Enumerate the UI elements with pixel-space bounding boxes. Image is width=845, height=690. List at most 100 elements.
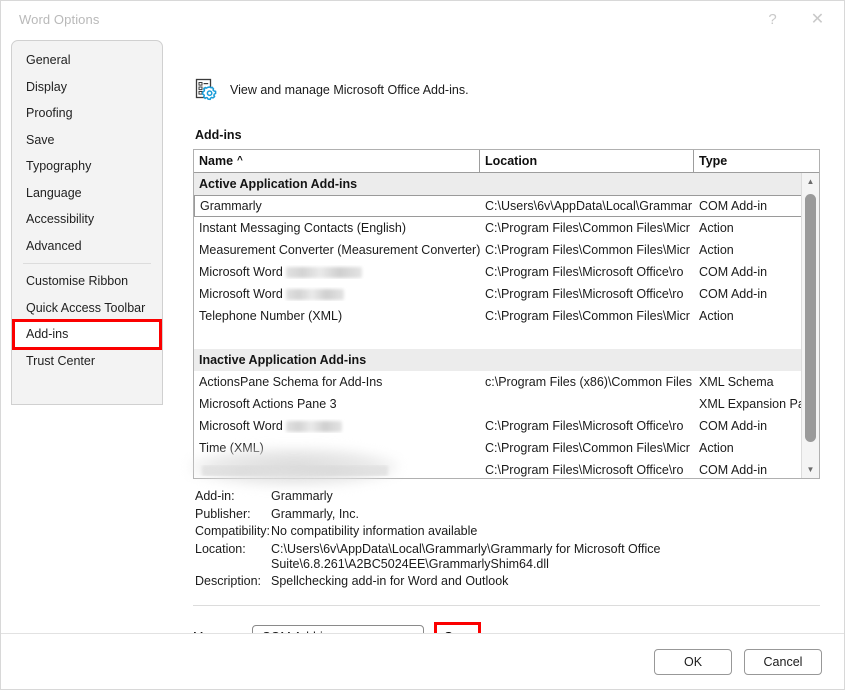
table-row[interactable]: Microsoft Actions Pane 3 XML Expansion P… bbox=[194, 393, 819, 415]
cell-name: ActionsPane Schema for Add-Ins bbox=[194, 375, 480, 389]
cell-name-text: ActionsPane Schema for Add-Ins bbox=[199, 375, 383, 389]
list-vertical-scrollbar[interactable]: ▲ ▼ bbox=[801, 173, 819, 478]
sidebar-item-save[interactable]: Save bbox=[12, 127, 162, 154]
section-label-addins: Add-ins bbox=[195, 128, 242, 142]
sidebar-item-accessibility[interactable]: Accessibility bbox=[12, 206, 162, 233]
detail-label: Publisher: bbox=[195, 506, 251, 521]
cell-name-text: Microsoft Actions Pane 3 bbox=[199, 397, 337, 411]
cell-location: C:\Program Files\Common Files\Micr bbox=[485, 243, 690, 257]
cell-location: c:\Program Files (x86)\Common Files bbox=[485, 375, 692, 389]
sidebar-item-label: Advanced bbox=[26, 238, 82, 253]
detail-label: Compatibility: bbox=[195, 524, 271, 538]
column-header-location[interactable]: Location bbox=[480, 150, 694, 172]
addins-listbox[interactable]: Name ^ Location Type Active Application … bbox=[193, 149, 820, 479]
cell-name: Telephone Number (XML) bbox=[194, 309, 480, 323]
cancel-button[interactable]: Cancel bbox=[744, 648, 822, 675]
detail-row-publisher: Publisher: Grammarly, Inc. bbox=[195, 507, 820, 522]
ok-button[interactable]: OK bbox=[654, 648, 732, 675]
close-icon[interactable]: ✕ bbox=[795, 2, 840, 36]
footer-divider bbox=[193, 605, 820, 606]
window-title: Word Options bbox=[19, 11, 100, 27]
scroll-up-icon[interactable]: ▲ bbox=[802, 173, 819, 190]
table-row[interactable]: Grammarly C:\Users\6v\AppData\Local\Gram… bbox=[194, 195, 819, 217]
cell-name-text: Instant Messaging Contacts (English) bbox=[199, 221, 407, 235]
detail-label: Location: bbox=[195, 541, 246, 556]
table-row[interactable]: Measurement Converter (Measurement Conve… bbox=[194, 239, 819, 261]
cell-name: Grammarly bbox=[195, 199, 480, 213]
title-bar-buttons: ? ✕ bbox=[750, 1, 840, 37]
column-header-type-label: Type bbox=[699, 154, 728, 168]
sidebar-item-label: General bbox=[26, 53, 71, 68]
cell-name: Instant Messaging Contacts (English) bbox=[194, 221, 480, 235]
scrollbar-thumb[interactable] bbox=[805, 194, 816, 442]
sidebar-item-trust-center[interactable]: Trust Center bbox=[12, 348, 162, 375]
sidebar-item-label: Typography bbox=[26, 159, 92, 174]
sidebar-item-proofing[interactable]: Proofing bbox=[12, 100, 162, 127]
sidebar-item-label: Quick Access Toolbar bbox=[26, 300, 146, 315]
table-row[interactable]: Telephone Number (XML) C:\Program Files\… bbox=[194, 305, 819, 327]
table-row[interactable]: Microsoft Word C:\Program Files\Microsof… bbox=[194, 261, 819, 283]
title-bar: Word Options ? ✕ bbox=[1, 1, 844, 37]
cell-location: C:\Program Files\Microsoft Office\ro bbox=[485, 265, 684, 279]
table-row[interactable]: Time (XML) C:\Program Files\Common Files… bbox=[194, 437, 819, 459]
group-header-active: Active Application Add-ins bbox=[194, 173, 819, 195]
cell-name-text: Microsoft Word bbox=[199, 287, 283, 301]
table-row[interactable]: ActionsPane Schema for Add-Ins c:\Progra… bbox=[194, 371, 819, 393]
sidebar-item-display[interactable]: Display bbox=[12, 74, 162, 101]
sort-ascending-icon: ^ bbox=[237, 155, 243, 166]
detail-value: C:\Users\6v\AppData\Local\Grammarly\Gram… bbox=[271, 541, 661, 571]
detail-value: Grammarly bbox=[271, 489, 333, 503]
cell-name-text: Microsoft Word bbox=[199, 265, 283, 279]
column-header-name[interactable]: Name ^ bbox=[194, 150, 480, 172]
sidebar-item-general[interactable]: General bbox=[12, 47, 162, 74]
sidebar-item-label: Add-ins bbox=[26, 327, 69, 342]
column-header-type[interactable]: Type bbox=[694, 150, 819, 172]
cell-name-text: Time (XML) bbox=[199, 441, 264, 455]
sidebar-item-quick-access-toolbar[interactable]: Quick Access Toolbar bbox=[12, 295, 162, 322]
detail-value: Spellchecking add-in for Word and Outloo… bbox=[271, 574, 509, 588]
options-sidebar: General Display Proofing Save Typography… bbox=[11, 40, 163, 405]
help-icon[interactable]: ? bbox=[750, 2, 795, 36]
sidebar-item-add-ins[interactable]: Add-ins bbox=[12, 319, 162, 350]
cell-name: Time (XML) bbox=[194, 441, 480, 455]
sidebar-item-customise-ribbon[interactable]: Customise Ribbon bbox=[12, 268, 162, 295]
sidebar-item-label: Trust Center bbox=[26, 353, 96, 368]
cell-type: COM Add-in bbox=[699, 199, 768, 213]
detail-label: Add-in: bbox=[195, 489, 235, 503]
sidebar-item-label: Language bbox=[26, 185, 82, 200]
column-header-name-label: Name bbox=[199, 154, 234, 168]
sidebar-item-advanced[interactable]: Advanced bbox=[12, 233, 162, 260]
pane-header: View and manage Microsoft Office Add-ins… bbox=[193, 77, 820, 103]
detail-row-description: Description: Spellchecking add-in for Wo… bbox=[195, 574, 820, 589]
redacted-text-icon bbox=[285, 266, 362, 278]
cell-location: C:\Program Files\Common Files\Micr bbox=[485, 221, 690, 235]
sidebar-item-language[interactable]: Language bbox=[12, 180, 162, 207]
cell-name-text: Telephone Number (XML) bbox=[199, 309, 343, 323]
dialog-body: General Display Proofing Save Typography… bbox=[1, 37, 844, 689]
redacted-text-icon bbox=[285, 288, 344, 300]
table-row[interactable]: Microsoft Word C:\Program Files\Microsof… bbox=[194, 415, 819, 437]
scrollbar-track[interactable] bbox=[802, 190, 819, 461]
cell-name: Microsoft Word bbox=[194, 287, 480, 301]
table-row[interactable]: Microsoft Word C:\Program Files\Microsof… bbox=[194, 283, 819, 305]
detail-row-location: Location: C:\Users\6v\AppData\Local\Gram… bbox=[195, 542, 820, 572]
sidebar-item-label: Display bbox=[26, 79, 67, 94]
group-header-label: Inactive Application Add-ins bbox=[199, 353, 367, 367]
column-header-location-label: Location bbox=[485, 154, 538, 168]
cell-name bbox=[194, 464, 480, 476]
list-header-row: Name ^ Location Type bbox=[194, 150, 819, 173]
redacted-text-icon bbox=[285, 420, 342, 432]
sidebar-item-typography[interactable]: Typography bbox=[12, 153, 162, 180]
detail-value: Grammarly, Inc. bbox=[271, 506, 359, 521]
addins-gear-icon bbox=[193, 77, 219, 103]
sidebar-item-label: Proofing bbox=[26, 106, 73, 121]
dialog-footer: OK Cancel bbox=[1, 633, 844, 689]
cell-location: C:\Program Files\Microsoft Office\ro bbox=[485, 463, 684, 477]
cell-name: Microsoft Word bbox=[194, 419, 480, 433]
addin-details: Add-in: Grammarly Publisher: Grammarly, … bbox=[189, 447, 820, 589]
table-row[interactable]: C:\Program Files\Microsoft Office\ro COM… bbox=[194, 459, 819, 478]
addins-pane: View and manage Microsoft Office Add-ins… bbox=[163, 37, 844, 689]
detail-value: No compatibility information available bbox=[271, 524, 478, 538]
scroll-down-icon[interactable]: ▼ bbox=[802, 461, 819, 478]
table-row[interactable]: Instant Messaging Contacts (English) C:\… bbox=[194, 217, 819, 239]
